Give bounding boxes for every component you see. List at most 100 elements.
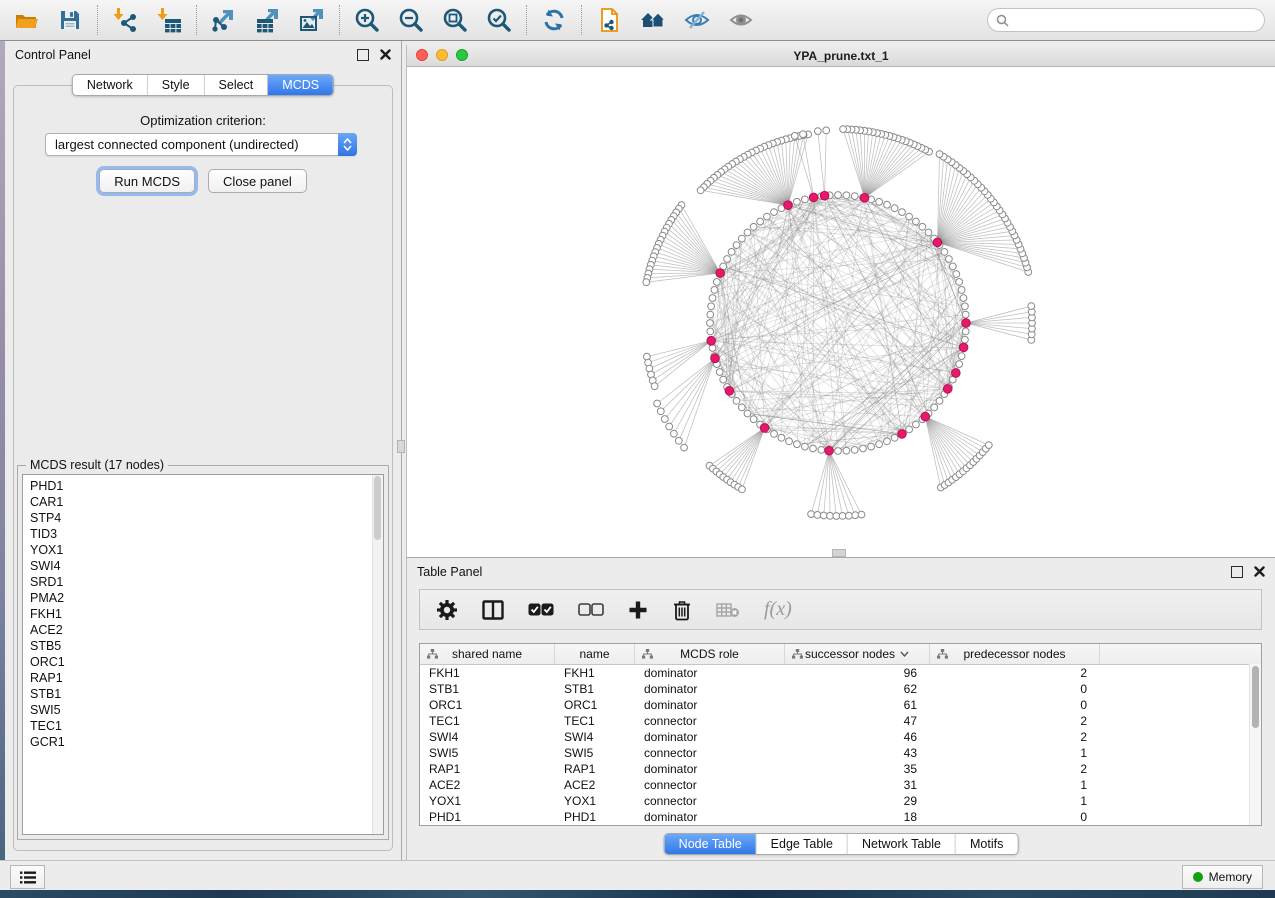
open-button[interactable] xyxy=(12,6,40,34)
network-canvas[interactable] xyxy=(407,67,1275,557)
cell-name: ORC1 xyxy=(555,697,635,713)
table-row[interactable]: YOX1YOX1connector291 xyxy=(420,793,1261,809)
import-table-button[interactable] xyxy=(155,6,183,34)
main-toolbar xyxy=(0,0,1275,41)
run-mcds-button[interactable]: Run MCDS xyxy=(99,169,195,193)
mcds-list-item[interactable]: FKH1 xyxy=(30,606,383,622)
table-row[interactable]: STB1STB1dominator620 xyxy=(420,681,1261,697)
optimization-criterion-select[interactable]: largest connected component (undirected) xyxy=(45,133,357,156)
memory-button[interactable]: Memory xyxy=(1182,865,1263,889)
cell-MCDS-role: dominator xyxy=(635,809,785,825)
cell-predecessor-nodes: 2 xyxy=(930,665,1100,681)
mcds-result-list[interactable]: PHD1CAR1STP4TID3YOX1SWI4SRD1PMA2FKH1ACE2… xyxy=(22,474,384,835)
tab-network[interactable]: Network xyxy=(73,75,148,95)
columns-button[interactable] xyxy=(482,597,504,623)
mcds-list-item[interactable]: STB5 xyxy=(30,638,383,654)
cell-successor-nodes: 61 xyxy=(785,697,930,713)
cell-shared-name: SWI5 xyxy=(420,745,555,761)
table-row[interactable]: RAP1RAP1dominator352 xyxy=(420,761,1261,777)
network-window-title: YPA_prune.txt_1 xyxy=(407,49,1275,63)
table-row[interactable]: ACE2ACE2connector311 xyxy=(420,777,1261,793)
task-history-button[interactable] xyxy=(10,865,45,889)
table-row[interactable]: FKH1FKH1dominator962 xyxy=(420,665,1261,681)
table-scrollbar-thumb[interactable] xyxy=(1252,666,1259,728)
save-button[interactable] xyxy=(56,6,84,34)
cell-name: YOX1 xyxy=(555,793,635,809)
close-panel-button[interactable]: Close panel xyxy=(208,169,307,193)
mcds-list-item[interactable]: ACE2 xyxy=(30,622,383,638)
vertical-splitter-handle[interactable] xyxy=(397,440,405,453)
column-header-name[interactable]: name xyxy=(555,644,635,664)
mcds-list-item[interactable]: GCR1 xyxy=(30,734,383,750)
mcds-list-item[interactable]: ORC1 xyxy=(30,654,383,670)
column-header-successor-nodes[interactable]: successor nodes xyxy=(785,644,930,664)
float-panel-icon[interactable] xyxy=(357,49,369,61)
delete-table-button[interactable] xyxy=(716,597,740,623)
export-table-button[interactable] xyxy=(254,6,282,34)
table-scrollbar[interactable] xyxy=(1249,664,1261,825)
cell-predecessor-nodes: 0 xyxy=(930,681,1100,697)
function-builder-icon: f(x) xyxy=(764,598,792,621)
table-row[interactable]: SWI4SWI4dominator462 xyxy=(420,729,1261,745)
add-column-button[interactable] xyxy=(628,597,648,623)
mcds-list-item[interactable]: SRD1 xyxy=(30,574,383,590)
column-header-shared-name[interactable]: shared name xyxy=(420,644,555,664)
mcds-list-scrollbar[interactable] xyxy=(372,475,383,834)
close-panel-icon[interactable] xyxy=(380,49,391,60)
mcds-list-item[interactable]: PMA2 xyxy=(30,590,383,606)
mcds-list-item[interactable]: TEC1 xyxy=(30,718,383,734)
mcds-list-item[interactable]: YOX1 xyxy=(30,542,383,558)
export-image-button[interactable] xyxy=(298,6,326,34)
zoom-selected-button[interactable] xyxy=(485,6,513,34)
import-network-button[interactable] xyxy=(111,6,139,34)
table-row[interactable]: PHD1PHD1dominator180 xyxy=(420,809,1261,825)
gear-button[interactable] xyxy=(436,597,458,623)
function-builder-button[interactable]: f(x) xyxy=(764,597,792,623)
search-icon xyxy=(996,14,1009,27)
mcds-list-item[interactable]: STB1 xyxy=(30,686,383,702)
table-panel-titlebar: Table Panel xyxy=(407,558,1275,585)
close-panel-icon[interactable] xyxy=(1254,566,1265,577)
tab-network-table[interactable]: Network Table xyxy=(848,834,956,854)
float-panel-icon[interactable] xyxy=(1231,566,1243,578)
mcds-list-item[interactable]: PHD1 xyxy=(30,478,383,494)
zoom-fit-button[interactable] xyxy=(441,6,469,34)
cell-successor-nodes: 43 xyxy=(785,745,930,761)
table-row[interactable]: TEC1TEC1connector472 xyxy=(420,713,1261,729)
tab-motifs[interactable]: Motifs xyxy=(956,834,1017,854)
cell-shared-name: ACE2 xyxy=(420,777,555,793)
network-search-button[interactable] xyxy=(639,6,667,34)
mcds-list-item[interactable]: SWI4 xyxy=(30,558,383,574)
cell-shared-name: STB1 xyxy=(420,681,555,697)
mcds-list-item[interactable]: RAP1 xyxy=(30,670,383,686)
deselect-all-button[interactable] xyxy=(578,597,604,623)
mcds-list-item[interactable]: TID3 xyxy=(30,526,383,542)
column-header-MCDS-role[interactable]: MCDS role xyxy=(635,644,785,664)
tab-edge-table[interactable]: Edge Table xyxy=(757,834,848,854)
search-input[interactable] xyxy=(1014,12,1256,28)
zoom-in-button[interactable] xyxy=(353,6,381,34)
mcds-list-item[interactable]: STP4 xyxy=(30,510,383,526)
column-header-predecessor-nodes[interactable]: predecessor nodes xyxy=(930,644,1100,664)
tab-node-table[interactable]: Node Table xyxy=(665,834,757,854)
tab-mcds[interactable]: MCDS xyxy=(268,75,333,95)
select-all-button[interactable] xyxy=(528,597,554,623)
mcds-list-item[interactable]: SWI5 xyxy=(30,702,383,718)
cell-shared-name: PHD1 xyxy=(420,809,555,825)
export-network-button[interactable] xyxy=(210,6,238,34)
hide-details-icon xyxy=(683,7,711,33)
table-row[interactable]: SWI5SWI5connector431 xyxy=(420,745,1261,761)
horizontal-splitter-handle[interactable] xyxy=(832,549,846,557)
network-window-titlebar[interactable]: YPA_prune.txt_1 xyxy=(407,45,1275,67)
share-document-button[interactable] xyxy=(595,6,623,34)
refresh-button[interactable] xyxy=(540,6,568,34)
hide-details-button[interactable] xyxy=(683,6,711,34)
mcds-list-item[interactable]: CAR1 xyxy=(30,494,383,510)
tab-select[interactable]: Select xyxy=(205,75,269,95)
delete-column-button[interactable] xyxy=(672,597,692,623)
show-details-button[interactable] xyxy=(727,6,755,34)
table-row[interactable]: ORC1ORC1dominator610 xyxy=(420,697,1261,713)
gear-icon xyxy=(436,599,458,621)
zoom-out-button[interactable] xyxy=(397,6,425,34)
tab-style[interactable]: Style xyxy=(148,75,205,95)
